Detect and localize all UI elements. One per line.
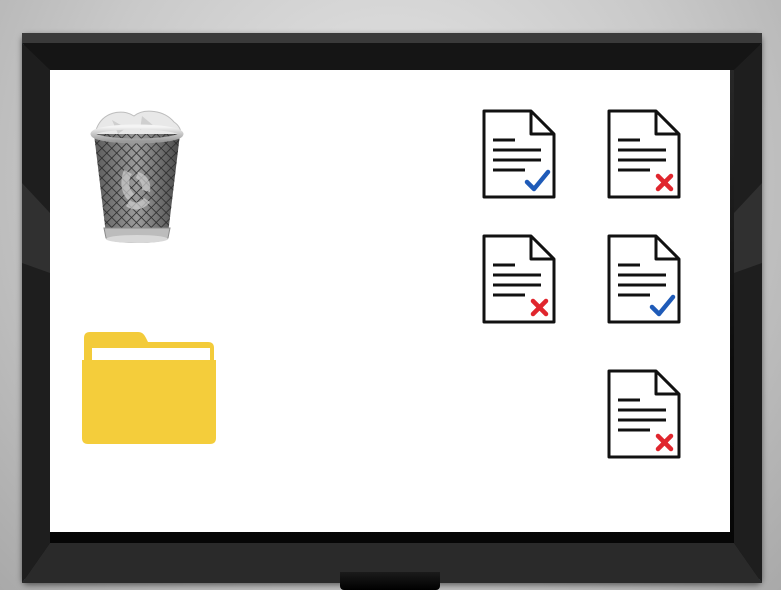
folder-icon[interactable] (80, 330, 218, 446)
document-graphic (482, 234, 556, 324)
document-graphic (482, 109, 556, 199)
folder-graphic (82, 332, 216, 444)
document-graphic (607, 109, 681, 199)
monitor-stand (340, 572, 440, 590)
trash-can-graphic (90, 110, 184, 243)
document-approved-icon[interactable] (606, 233, 682, 325)
document-rejected-icon[interactable] (606, 108, 682, 200)
document-graphic (607, 369, 681, 459)
document-approved-icon[interactable] (481, 108, 557, 200)
document-rejected-icon[interactable] (481, 233, 557, 325)
document-graphic (607, 234, 681, 324)
document-rejected-icon[interactable] (606, 368, 682, 460)
trash-can-icon[interactable] (82, 108, 192, 248)
